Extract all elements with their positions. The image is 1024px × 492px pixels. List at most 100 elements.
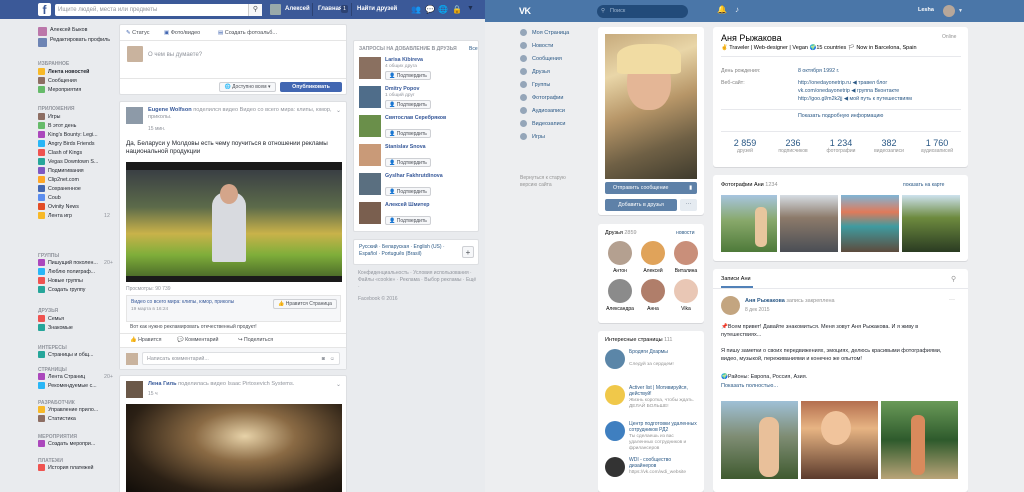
request-avatar[interactable] (359, 202, 381, 224)
vk-nav-item[interactable]: Новости (520, 40, 553, 53)
search-icon[interactable]: ⚲ (951, 275, 956, 283)
interest-item[interactable]: Страницы и общ... (38, 351, 94, 360)
messages-icon[interactable]: 💬 (425, 5, 435, 14)
vk-nav-item[interactable]: Моя Страница (520, 27, 569, 40)
source-title[interactable]: Видео со всего мира: клипы, юмор, прикол… (131, 299, 271, 305)
composer-input[interactable]: О чем вы думаете? (148, 52, 202, 58)
search-icon[interactable]: ⚲ (248, 4, 262, 16)
menu-down-icon[interactable]: ▼ (467, 5, 474, 12)
app-item[interactable]: King's Bounty: Legi... (38, 131, 98, 140)
app-item[interactable]: Игры (38, 113, 61, 122)
find-friends-link[interactable]: Найти друзей (357, 6, 397, 12)
request-avatar[interactable] (359, 115, 381, 137)
globe-icon[interactable]: 🌐 (438, 5, 448, 14)
profile-counter[interactable]: 382 видеозаписи (865, 138, 913, 154)
request-name[interactable]: Алексей Шмитер (385, 202, 430, 208)
friend-name[interactable]: Алексей (638, 268, 668, 274)
old-version-link[interactable]: Вернуться к старую версию сайта (520, 175, 580, 189)
confirm-request-button[interactable]: 👤 Подтвердить (385, 129, 431, 138)
vk-nav-item[interactable]: Фотографии (520, 92, 563, 105)
group-item[interactable]: Новые группы (38, 277, 83, 286)
comment-button[interactable]: 💬 Комментарий (177, 337, 218, 343)
website-link[interactable]: http://onedayonetrip.ru ◀ травел блог (798, 80, 887, 86)
page-avatar[interactable] (605, 349, 625, 369)
audience-selector[interactable]: 🌐 Доступно всем ▾ (219, 82, 276, 92)
gift-icon[interactable]: ▮ (689, 182, 692, 194)
friend-avatar[interactable] (608, 241, 632, 265)
favorites-item[interactable]: Лента новостей (38, 68, 89, 77)
user-name-link[interactable]: Алексей (285, 6, 310, 12)
page-avatar[interactable] (605, 457, 625, 477)
group-item[interactable]: Создать группу (38, 286, 85, 295)
see-all-link[interactable]: Все (469, 46, 478, 52)
chevron-down-icon[interactable]: ▼ (958, 8, 963, 14)
music-icon[interactable]: ♪ (735, 5, 739, 14)
app-item[interactable]: Clip2net.com (38, 176, 79, 185)
friend-avatar[interactable] (608, 279, 632, 303)
friend-requests-icon[interactable]: 👥 (411, 5, 421, 14)
app-item[interactable]: В этот день (38, 122, 76, 131)
app-item[interactable]: Angry Birds Friends (38, 140, 95, 149)
friend-list-item[interactable]: Знакомые (38, 324, 73, 333)
vk-nav-item[interactable]: Группы (520, 79, 550, 92)
friend-avatar[interactable] (674, 241, 698, 265)
confirm-request-button[interactable]: 👤 Подтвердить (385, 216, 431, 225)
profile-counter[interactable]: 236 подписчиков (769, 138, 817, 154)
photo-thumbnail[interactable] (780, 195, 838, 252)
interesting-title[interactable]: Интересные страницы 111 (605, 337, 672, 343)
post-photo[interactable] (881, 401, 958, 479)
friends-updates-link[interactable]: новости (676, 230, 695, 236)
privacy-lock-icon[interactable]: 🔒 (452, 5, 462, 14)
confirm-request-button[interactable]: 👤 Подтвердить (385, 100, 431, 109)
app-item[interactable]: Vegas Downtown S... (38, 158, 98, 167)
vk-nav-item[interactable]: Сообщения (520, 53, 562, 66)
friend-name[interactable]: Анна (638, 306, 668, 312)
friend-name[interactable]: Александра (605, 306, 635, 312)
vk-logo-icon[interactable]: VK (519, 6, 531, 16)
show-on-map-link[interactable]: показать на карте (903, 182, 944, 188)
like-page-button[interactable]: 👍 Нравится Страница (273, 299, 337, 309)
post-menu-icon[interactable]: ··· (949, 297, 955, 303)
video-player[interactable] (126, 162, 342, 282)
photo-thumbnail[interactable] (902, 195, 960, 252)
page-avatar[interactable] (605, 385, 625, 405)
home-link[interactable]: Главная (318, 6, 342, 12)
page-name[interactable]: WDI - сообщество дизайнеров (629, 457, 699, 469)
request-name[interactable]: Larisa Kibireva (385, 57, 423, 63)
profile-counter[interactable]: 1 234 фотографии (817, 138, 865, 154)
vk-user-avatar[interactable] (943, 5, 955, 17)
more-info-link[interactable]: Показать подробную информацию (798, 113, 883, 119)
profile-avatar[interactable] (38, 27, 47, 36)
event-item[interactable]: Создать меропри... (38, 440, 95, 449)
add-language-button[interactable]: + (462, 246, 474, 258)
request-name[interactable]: Dmitry Popov (385, 86, 419, 92)
friend-name[interactable]: Vika (671, 306, 701, 312)
app-item[interactable]: Ovinity News (38, 203, 79, 212)
vk-nav-item[interactable]: Видеозаписи (520, 118, 565, 131)
notifications-bell-icon[interactable]: 🔔 (717, 5, 727, 14)
post-time[interactable]: 15 мин. (148, 126, 165, 132)
author-avatar[interactable] (126, 107, 143, 124)
like-button[interactable]: 👍 Нравится (130, 337, 161, 343)
app-item[interactable]: Лента игр 12 (38, 212, 110, 221)
developer-item[interactable]: Статистика (38, 415, 76, 424)
author-link[interactable]: Лена Гиль (148, 381, 177, 387)
favorites-item[interactable]: Сообщения (38, 77, 77, 86)
profile-counter[interactable]: 2 859 друзей (721, 138, 769, 154)
wall-title[interactable]: Записи Ани (721, 276, 751, 282)
emoji-icon[interactable]: ☺ (330, 353, 335, 365)
website-link[interactable]: http://goo.gl/m2k2jj ◀ мой путь к путеше… (798, 96, 912, 102)
request-avatar[interactable] (359, 86, 381, 108)
post-photo[interactable] (721, 401, 798, 479)
add-friend-button[interactable]: Добавить в друзья (605, 199, 677, 211)
status-tab[interactable]: ✎ Статус (126, 30, 150, 36)
author-avatar[interactable] (126, 381, 143, 398)
page-item[interactable]: Рекомендуемые с... (38, 382, 97, 391)
request-name[interactable]: Gyslhar Fakhrutdinova (385, 173, 443, 179)
facebook-logo-icon[interactable]: f (38, 3, 51, 17)
photo-video-tab[interactable]: ▣ Фото/видео (164, 30, 200, 36)
group-item[interactable]: Пишущий поколен... 20+ (38, 259, 113, 268)
request-name[interactable]: Stanislav Snova (385, 144, 426, 150)
app-item[interactable]: Coub (38, 194, 61, 203)
friend-name[interactable]: Виталина (671, 268, 701, 274)
